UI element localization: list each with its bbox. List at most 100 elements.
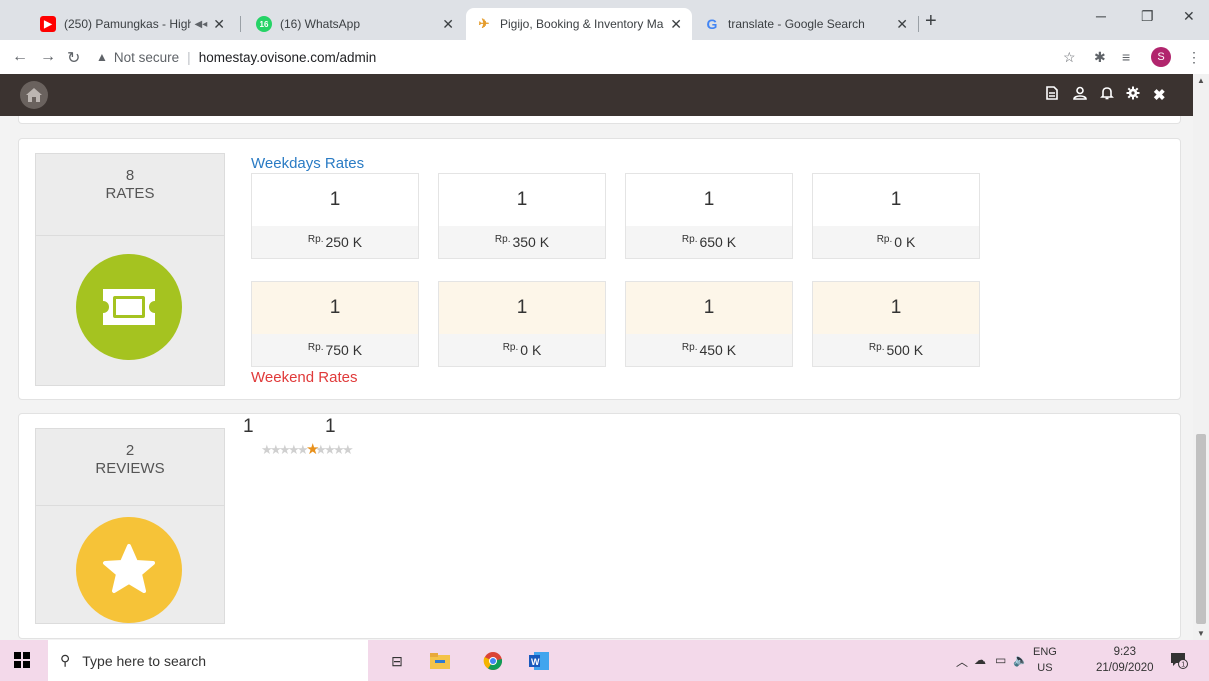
tab-strip: ▶ (250) Pamungkas - Higher Th ◀◂ ✕ 16 (1… [0,0,1209,40]
gear-icon[interactable] [1126,86,1140,104]
rate-price: Rp. 0 K [813,226,979,258]
rate-price: Rp. 350 K [439,226,605,258]
rating-star-icon: ★ [261,442,273,457]
warning-icon[interactable]: ▲ [96,50,108,64]
price-value: 750 K [325,342,363,358]
address-divider: | [187,49,191,65]
weekend-rates-title: Weekend Rates [251,369,358,386]
search-icon: ⚲ [60,652,71,668]
new-tab-button[interactable]: + [925,10,937,33]
reviews-summary-header: 2 REVIEWS [36,429,224,506]
tab-pigijo[interactable]: ✈ Pigijo, Booking & Inventory Man ✕ [466,8,692,40]
weekday-rate-card[interactable]: 1 Rp. 350 K [438,173,606,259]
price-value: 0 K [894,234,916,250]
taskbar-search-input[interactable]: ⚲ Type here to search [48,640,368,681]
rates-summary-box: 8 RATES [35,153,225,386]
weekday-rate-card[interactable]: 1 Rp. 0 K [812,173,980,259]
close-icon[interactable]: ✕ [213,16,225,33]
minimize-icon[interactable]: ─ [1096,8,1106,24]
rating-star-icon: ★ [333,442,345,457]
weekday-rate-card[interactable]: 1 Rp. 650 K [625,173,793,259]
currency-label: Rp. [681,233,698,245]
close-icon[interactable]: ✖ [1153,86,1166,104]
word-icon[interactable]: W [528,650,550,672]
ticket-icon [76,254,182,360]
scroll-down-icon[interactable]: ▼ [1197,629,1205,638]
weekday-rate-card[interactable]: 1 Rp. 250 K [251,173,419,259]
rating-stars: ★★★★★★★★★★ [261,440,354,458]
back-icon[interactable]: ← [12,48,28,66]
home-button[interactable] [20,81,48,109]
onedrive-icon[interactable]: ☁ [974,653,986,667]
extensions-icon[interactable]: ✱ [1094,49,1106,66]
language-indicator[interactable]: ENG US [1033,644,1057,676]
pigijo-icon: ✈ [478,16,490,31]
weekend-rate-card[interactable]: 1 Rp. 450 K [625,281,793,367]
price-value: 250 K [325,234,363,250]
scrollbar-thumb[interactable] [1196,434,1206,624]
rate-number: 1 [252,282,418,334]
rating-star-icon: ★ [297,442,309,457]
rating-star-icon: ★ [270,442,282,457]
rates-panel: 8 RATES Weekdays Rates 1 Rp. 250 K 1 Rp. 3… [18,138,1181,400]
weekend-rate-card[interactable]: 1 Rp. 500 K [812,281,980,367]
rate-price: Rp. 450 K [626,334,792,366]
close-icon[interactable]: ✕ [896,16,908,33]
star-icon [76,517,182,623]
document-icon[interactable] [1046,86,1058,104]
reviews-label: REVIEWS [95,460,165,477]
currency-label: Rp. [868,341,885,353]
rating-star-icon: ★ [306,441,320,458]
rates-label: RATES [105,185,155,202]
close-window-icon[interactable]: ✕ [1183,8,1195,25]
profile-avatar[interactable]: S [1151,47,1171,67]
rating-star-icon: ★ [324,442,336,457]
tab-google[interactable]: G translate - Google Search ✕ [694,8,918,40]
keyboard-layout: US [1037,662,1053,674]
close-icon[interactable]: ✕ [670,16,682,33]
scroll-up-icon[interactable]: ▲ [1197,76,1205,85]
price-value: 650 K [699,234,737,250]
tab-youtube[interactable]: ▶ (250) Pamungkas - Higher Th ◀◂ ✕ [30,8,235,40]
file-explorer-icon[interactable] [429,650,451,672]
notifications-icon[interactable]: 1 [1170,651,1188,674]
task-view-icon[interactable]: ⊟ [386,650,408,672]
currency-label: Rp. [502,341,519,353]
currency-label: Rp. [307,341,324,353]
url-text[interactable]: homestay.ovisone.com/admin [199,50,377,65]
price-value: 0 K [520,342,542,358]
system-clock[interactable]: 9:23 21/09/2020 [1096,644,1154,676]
bell-icon[interactable] [1100,86,1114,104]
security-label[interactable]: Not secure [114,50,179,65]
bookmark-star-icon[interactable]: ☆ [1063,49,1076,66]
weekend-rate-card[interactable]: 1 Rp. 750 K [251,281,419,367]
restore-icon[interactable]: ❐ [1141,8,1154,25]
weekend-rate-card[interactable]: 1 Rp. 0 K [438,281,606,367]
page-scrollbar[interactable]: ▲ ▼ [1193,74,1209,640]
chrome-icon[interactable] [482,650,504,672]
clock-date: 21/09/2020 [1096,662,1154,674]
reload-icon[interactable]: ↻ [67,48,80,68]
windows-start-icon[interactable] [14,652,30,673]
menu-icon[interactable]: ⋮ [1187,49,1201,66]
rate-number: 1 [626,174,792,226]
reading-list-icon[interactable]: ≡ [1122,49,1130,65]
volume-icon[interactable]: 🔈 [1013,653,1028,667]
price-value: 500 K [886,342,924,358]
page-content: 8 RATES Weekdays Rates 1 Rp. 250 K 1 Rp. 3… [0,116,1193,640]
rate-number: 1 [813,282,979,334]
rates-summary-header: 8 RATES [36,154,224,236]
tab-whatsapp[interactable]: 16 (16) WhatsApp ✕ [246,8,464,40]
reviews-count: 2 [125,442,135,459]
chevron-up-icon[interactable]: ︿ [956,653,968,670]
battery-icon[interactable]: ▭ [995,653,1006,667]
reviews-summary-box: 2 REVIEWS [35,428,225,624]
search-placeholder: Type here to search [82,652,207,669]
address-bar[interactable]: ▲ Not secure | homestay.ovisone.com/admi… [96,44,1036,70]
user-icon[interactable] [1073,86,1087,104]
close-icon[interactable]: ✕ [442,16,454,33]
rate-price: Rp. 250 K [252,226,418,258]
audio-icon[interactable]: ◀◂ [195,19,208,30]
review-count-low: 1 [243,416,254,437]
forward-icon[interactable]: → [40,48,56,66]
